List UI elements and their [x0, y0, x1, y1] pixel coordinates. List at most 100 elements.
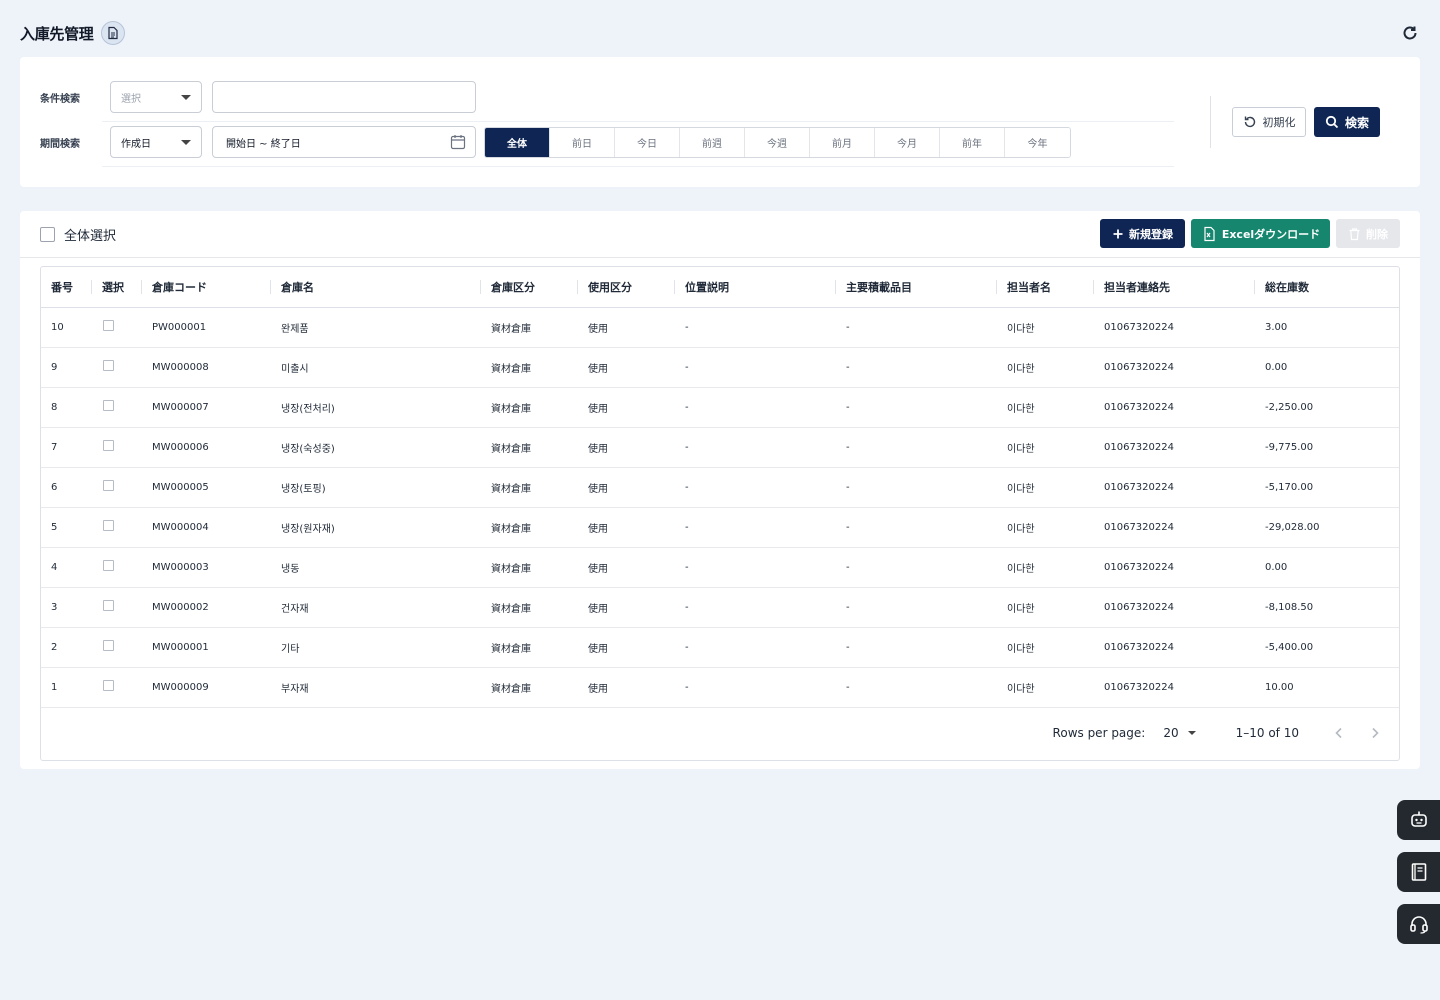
- table-row[interactable]: 4 MW000003 냉동 資材倉庫 使用 - - 이다한 01067320224 0.00: [41, 547, 1399, 588]
- row-checkbox[interactable]: [103, 640, 114, 651]
- cell-usage: 使用: [578, 307, 675, 348]
- table-row[interactable]: 10 PW000001 완제품 資材倉庫 使用 - - 이다한 01067320224 3.00: [41, 307, 1399, 348]
- cell-location: -: [675, 587, 836, 628]
- table-row[interactable]: 8 MW000007 냉장(전처리) 資材倉庫 使用 - - 이다한 01067320224 -2…: [41, 387, 1399, 428]
- chevron-right-icon[interactable]: [1363, 721, 1387, 745]
- row-checkbox[interactable]: [103, 680, 114, 691]
- row-divider: [102, 121, 1174, 122]
- column-header[interactable]: 使用区分: [578, 267, 675, 308]
- date-range-text: 開始日 ~ 終了日: [226, 138, 301, 150]
- period-this-month-button[interactable]: 今月: [875, 127, 940, 157]
- row-select-cell: [92, 427, 142, 468]
- column-header[interactable]: 総在庫数: [1255, 267, 1399, 308]
- column-header[interactable]: 倉庫コード: [142, 267, 271, 308]
- period-prev-year-button[interactable]: 前年: [940, 127, 1005, 157]
- cell-code: MW000008: [142, 347, 271, 388]
- table-row[interactable]: 3 MW000002 건자재 資材倉庫 使用 - - 이다한 01067320224 -8,108…: [41, 587, 1399, 628]
- cell-type: 資材倉庫: [481, 387, 578, 428]
- support-button[interactable]: [1397, 904, 1440, 944]
- table-row[interactable]: 2 MW000001 기타 資材倉庫 使用 - - 이다한 01067320224 -5,400.…: [41, 627, 1399, 668]
- manual-button[interactable]: [1397, 852, 1440, 892]
- chevron-down-icon: [181, 139, 191, 145]
- rows-per-page-select[interactable]: 20: [1163, 726, 1196, 740]
- chevron-left-icon[interactable]: [1327, 721, 1351, 745]
- column-header[interactable]: 倉庫区分: [481, 267, 578, 308]
- cell-items: -: [836, 547, 997, 588]
- reset-button[interactable]: 初期化: [1232, 107, 1306, 137]
- cell-items: -: [836, 507, 997, 548]
- column-header[interactable]: 選択: [92, 267, 142, 308]
- period-prev-week-button[interactable]: 前週: [680, 127, 745, 157]
- period-prev-day-button[interactable]: 前日: [550, 127, 615, 157]
- page-header: 入庫先管理: [20, 20, 1420, 46]
- excel-icon: [1204, 226, 1215, 241]
- cell-manager: 이다한: [997, 347, 1094, 388]
- date-range-input[interactable]: 開始日 ~ 終了日: [212, 126, 476, 158]
- cell-usage: 使用: [578, 347, 675, 388]
- period-type-select[interactable]: 作成日: [110, 126, 202, 158]
- new-register-button[interactable]: 新規登録: [1100, 219, 1185, 248]
- cell-usage: 使用: [578, 547, 675, 588]
- excel-download-button[interactable]: Excelダウンロード: [1191, 219, 1330, 248]
- row-checkbox[interactable]: [103, 320, 114, 331]
- row-checkbox[interactable]: [103, 360, 114, 371]
- cell-location: -: [675, 307, 836, 348]
- cell-no: 10: [41, 307, 92, 348]
- condition-select[interactable]: 選択: [110, 81, 202, 113]
- period-search-row: 期間検索 作成日 開始日 ~ 終了日 全体 前日 今日 前週 今週 前月 今月 …: [40, 126, 1071, 158]
- cell-stock: 0.00: [1255, 347, 1399, 388]
- select-all-checkbox[interactable]: 全体選択: [40, 225, 116, 244]
- headset-icon: [1409, 916, 1428, 934]
- document-icon[interactable]: [100, 21, 125, 45]
- row-checkbox[interactable]: [103, 480, 114, 491]
- cell-code: MW000004: [142, 507, 271, 548]
- search-icon: [1325, 115, 1339, 129]
- cell-location: -: [675, 627, 836, 668]
- search-button[interactable]: 検索: [1314, 107, 1380, 137]
- cell-contact: 01067320224: [1094, 627, 1255, 668]
- row-select-cell: [92, 507, 142, 548]
- cell-items: -: [836, 587, 997, 628]
- column-header[interactable]: 倉庫名: [271, 267, 481, 308]
- period-all-button[interactable]: 全体: [485, 127, 550, 157]
- cell-location: -: [675, 547, 836, 588]
- cell-type: 資材倉庫: [481, 307, 578, 348]
- cell-stock: -29,028.00: [1255, 507, 1399, 548]
- cell-items: -: [836, 427, 997, 468]
- keyword-input[interactable]: [212, 81, 476, 113]
- table-row[interactable]: 5 MW000004 냉장(원자재) 資材倉庫 使用 - - 이다한 01067320224 -2…: [41, 507, 1399, 548]
- cell-manager: 이다한: [997, 627, 1094, 668]
- cell-usage: 使用: [578, 467, 675, 508]
- row-checkbox[interactable]: [103, 560, 114, 571]
- refresh-icon[interactable]: [1400, 23, 1420, 43]
- reset-label: 初期化: [1262, 116, 1296, 129]
- book-icon: [1411, 863, 1426, 881]
- table-row[interactable]: 7 MW000006 냉장(숙성중) 資材倉庫 使用 - - 이다한 01067320224 -9…: [41, 427, 1399, 468]
- table-row[interactable]: 1 MW000009 부자재 資材倉庫 使用 - - 이다한 01067320224 10.00: [41, 667, 1399, 708]
- table-row[interactable]: 9 MW000008 미출시 資材倉庫 使用 - - 이다한 01067320224 0.00: [41, 347, 1399, 388]
- cell-no: 3: [41, 587, 92, 628]
- period-this-week-button[interactable]: 今週: [745, 127, 810, 157]
- row-checkbox[interactable]: [103, 400, 114, 411]
- column-header[interactable]: 担当者名: [997, 267, 1094, 308]
- cell-stock: -5,400.00: [1255, 627, 1399, 668]
- column-header[interactable]: 主要積載品目: [836, 267, 997, 308]
- cell-code: MW000006: [142, 427, 271, 468]
- checkbox[interactable]: [40, 227, 55, 242]
- column-header[interactable]: 位置説明: [675, 267, 836, 308]
- table-row[interactable]: 6 MW000005 냉장(토핑) 資材倉庫 使用 - - 이다한 01067320224 -5,…: [41, 467, 1399, 508]
- row-checkbox[interactable]: [103, 440, 114, 451]
- period-today-button[interactable]: 今日: [615, 127, 680, 157]
- pagination: Rows per page: 20 1–10 of 10: [41, 706, 1399, 760]
- period-prev-month-button[interactable]: 前月: [810, 127, 875, 157]
- row-checkbox[interactable]: [103, 520, 114, 531]
- cell-manager: 이다한: [997, 667, 1094, 708]
- column-header[interactable]: 番号: [41, 267, 92, 308]
- cell-name: 미출시: [271, 347, 481, 388]
- chatbot-button[interactable]: [1397, 800, 1440, 840]
- row-checkbox[interactable]: [103, 600, 114, 611]
- search-label: 検索: [1344, 115, 1369, 130]
- cell-manager: 이다한: [997, 587, 1094, 628]
- column-header[interactable]: 担当者連絡先: [1094, 267, 1255, 308]
- period-this-year-button[interactable]: 今年: [1005, 127, 1070, 157]
